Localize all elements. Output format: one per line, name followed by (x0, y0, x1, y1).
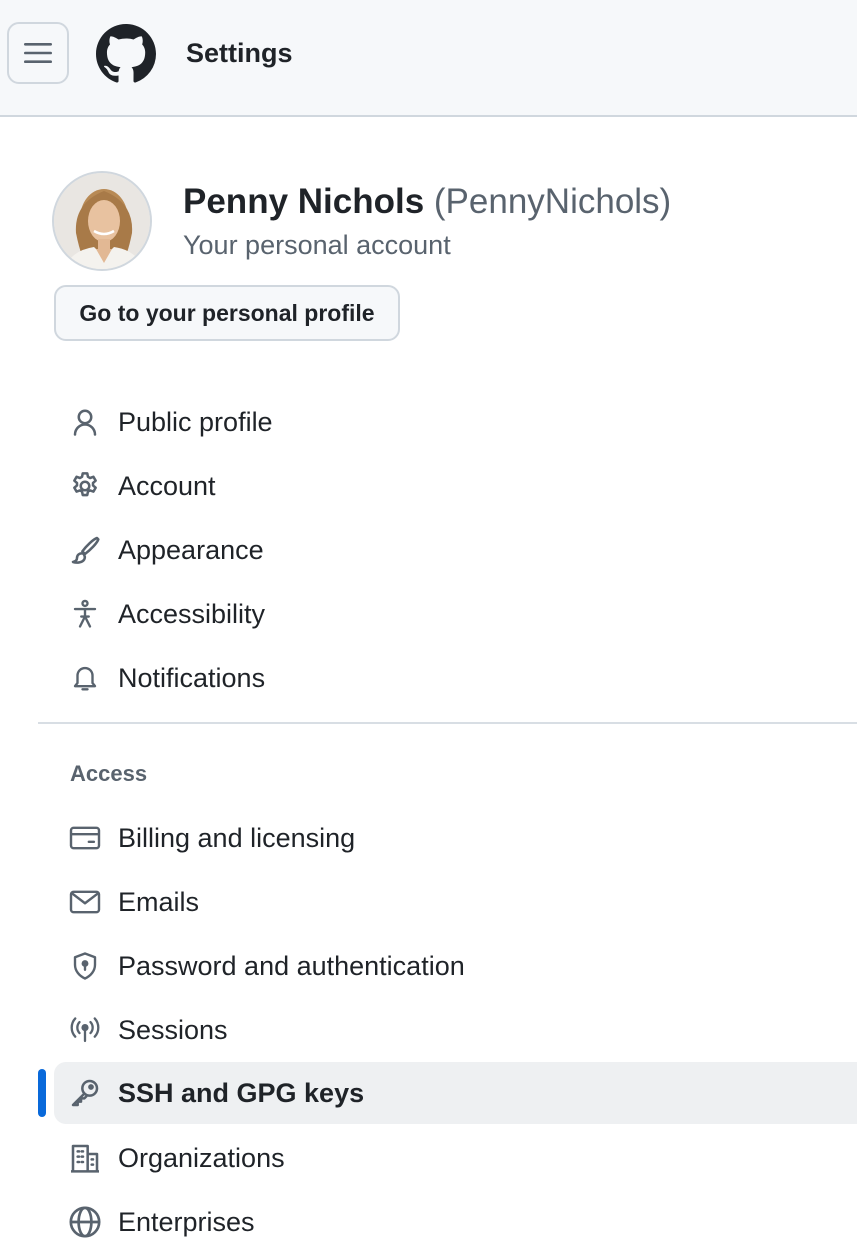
sidebar-item-label: Enterprises (118, 1206, 255, 1237)
key-icon (68, 1076, 102, 1110)
user-handle: (PennyNichols) (433, 182, 672, 221)
sidebar-item-ssh-gpg-keys[interactable]: SSH and GPG keys (54, 1062, 857, 1124)
avatar[interactable] (52, 171, 152, 271)
sidebar-item-label: Account (118, 470, 216, 501)
sidebar-item-billing[interactable]: Billing and licensing (54, 807, 857, 869)
credit-card-icon (68, 821, 102, 855)
sidebar-item-enterprises[interactable]: Enterprises (54, 1191, 857, 1246)
sidebar-item-label: Sessions (118, 1014, 228, 1045)
sidebar-item-label: Billing and licensing (118, 822, 356, 853)
organization-icon (68, 1141, 102, 1175)
sidebar-item-public-profile[interactable]: Public profile (54, 391, 857, 453)
sidebar-item-emails[interactable]: Emails (54, 871, 857, 933)
broadcast-icon (68, 1013, 102, 1047)
sidebar-divider (38, 722, 857, 724)
top-bar: Settings (0, 0, 857, 117)
sidebar-item-sessions[interactable]: Sessions (54, 999, 857, 1061)
sidebar-item-label: Password and authentication (118, 950, 465, 981)
paintbrush-icon (68, 533, 102, 567)
sidebar-item-label: Public profile (118, 406, 273, 437)
sidebar-item-label: Organizations (118, 1142, 285, 1173)
user-name-line: Penny Nichols (PennyNichols) (183, 182, 671, 222)
sidebar-item-label: Notifications (118, 662, 266, 693)
sidebar-item-label: SSH and GPG keys (118, 1077, 365, 1108)
sidebar-item-label: Emails (118, 886, 200, 917)
sidebar-item-account[interactable]: Account (54, 455, 857, 517)
gear-icon (68, 469, 102, 503)
mail-icon (68, 885, 102, 919)
sidebar-item-notifications[interactable]: Notifications (54, 647, 857, 709)
shield-lock-icon (68, 949, 102, 983)
sidebar-item-label: Accessibility (118, 598, 266, 629)
active-indicator (38, 1069, 46, 1117)
person-icon (68, 405, 102, 439)
menu-button[interactable] (7, 22, 69, 84)
globe-icon (68, 1205, 102, 1239)
page-title: Settings (186, 38, 293, 68)
accessibility-icon (68, 597, 102, 631)
user-name: Penny Nichols (183, 182, 425, 221)
section-heading-access: Access (70, 761, 148, 786)
sidebar-item-password[interactable]: Password and authentication (54, 935, 857, 997)
github-logo-icon[interactable] (96, 24, 156, 84)
go-to-profile-button[interactable]: Go to your personal profile (54, 285, 400, 341)
bell-icon (68, 661, 102, 695)
account-type-label: Your personal account (183, 230, 451, 260)
sidebar-item-accessibility[interactable]: Accessibility (54, 583, 857, 645)
sidebar-item-appearance[interactable]: Appearance (54, 519, 857, 581)
sidebar-item-organizations[interactable]: Organizations (54, 1127, 857, 1189)
hamburger-icon (23, 41, 53, 65)
sidebar-item-label: Appearance (118, 534, 264, 565)
